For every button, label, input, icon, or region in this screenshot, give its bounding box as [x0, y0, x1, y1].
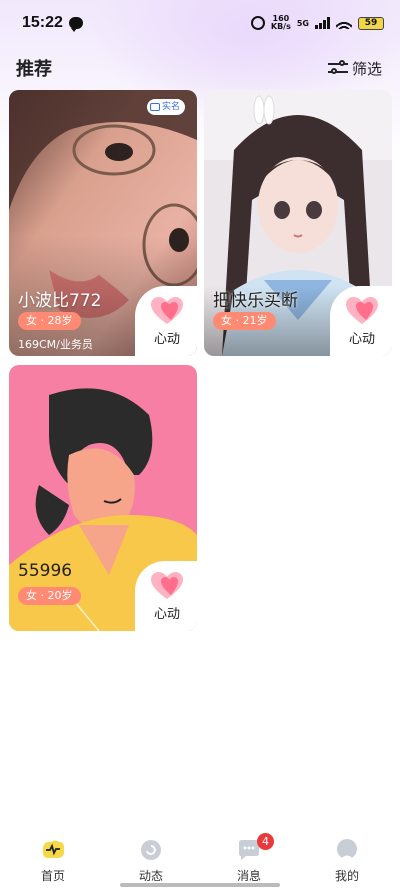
tab-profile[interactable]: 我的: [307, 829, 387, 889]
like-button[interactable]: 心动: [135, 286, 197, 356]
filter-label: 筛选: [351, 59, 382, 78]
signal-icon: [315, 17, 330, 29]
verified-label: 实名: [161, 102, 180, 112]
page-title: 推荐: [16, 59, 52, 80]
bottom-tab-bar: 首页 动态 4 消息 我的: [0, 829, 400, 889]
battery-icon: 59: [358, 16, 384, 30]
moments-icon: [141, 840, 161, 860]
profile-icon: [337, 839, 357, 859]
user-name: 55996: [18, 561, 73, 581]
status-bar: 15:22 160 KB/s 5G 59: [0, 0, 400, 46]
home-indicator[interactable]: [120, 883, 280, 887]
filter-button[interactable]: 筛选: [327, 58, 382, 79]
network-type: 5G: [296, 18, 309, 28]
user-name: 小波比772: [18, 291, 102, 311]
like-button[interactable]: 心动: [330, 286, 392, 356]
user-info: 169CM/业务员: [18, 338, 93, 351]
chat-notification-icon: [68, 17, 83, 32]
page-header: 推荐 筛选: [16, 54, 382, 82]
user-card[interactable]: 55996 女 · 20岁 心动: [9, 365, 197, 631]
heart-icon: [151, 296, 183, 324]
message-badge: 4: [257, 833, 274, 850]
wifi-icon: [336, 17, 352, 29]
user-card[interactable]: 把快乐买断 女 · 21岁 心动: [204, 90, 392, 356]
net-speed: 160 KB/s: [271, 15, 291, 31]
like-label: 心动: [348, 331, 375, 347]
tab-home[interactable]: 首页: [13, 829, 93, 889]
tab-home-label: 首页: [40, 869, 65, 883]
heart-icon: [151, 571, 183, 599]
age-tag: 女 · 20岁: [18, 587, 81, 605]
id-card-icon: [149, 103, 160, 111]
home-icon: [42, 840, 65, 858]
tab-messages-label: 消息: [236, 869, 261, 883]
status-time: 15:22: [22, 14, 63, 31]
age-tag: 女 · 21岁: [213, 312, 276, 330]
like-label: 心动: [153, 606, 180, 622]
age-tag: 女 · 28岁: [18, 312, 81, 330]
tab-moments-label: 动态: [138, 869, 163, 883]
user-name: 把快乐买断: [213, 291, 298, 311]
verified-badge: 实名: [146, 99, 185, 115]
alarm-icon: [250, 16, 265, 30]
filter-icon: [327, 60, 348, 76]
like-button[interactable]: 心动: [135, 561, 197, 631]
tab-moments[interactable]: 动态: [111, 829, 191, 889]
tab-messages[interactable]: 4 消息: [209, 829, 289, 889]
like-label: 心动: [153, 331, 180, 347]
net-speed-unit: KB/s: [270, 22, 291, 31]
user-card[interactable]: 实名 小波比772 女 · 28岁 169CM/业务员 心动: [9, 90, 197, 356]
tab-profile-label: 我的: [334, 869, 359, 883]
heart-icon: [346, 296, 378, 324]
